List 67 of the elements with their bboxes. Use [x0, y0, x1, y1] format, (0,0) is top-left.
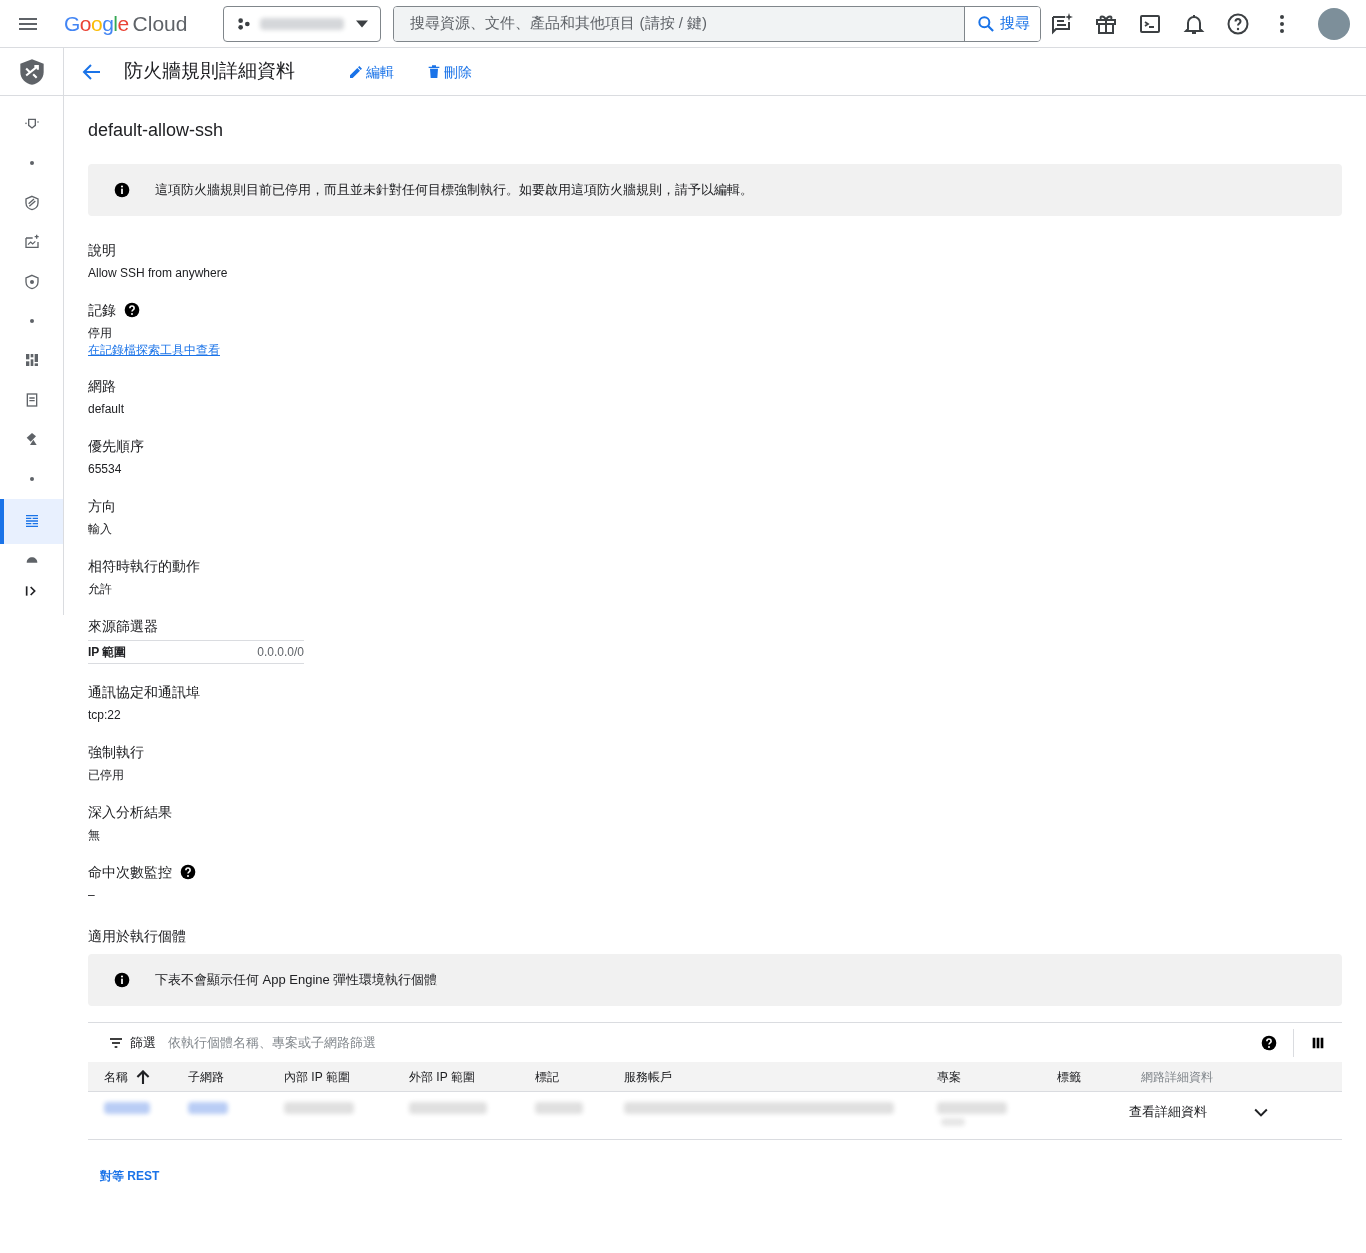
- field-value: default: [88, 401, 126, 418]
- help-icon[interactable]: [1226, 11, 1250, 36]
- blurred-cell: [937, 1102, 1007, 1114]
- edit-button[interactable]: 編輯: [348, 61, 394, 82]
- project-selector[interactable]: [223, 5, 382, 42]
- field-value: 輸入: [88, 521, 113, 538]
- google-cloud-logo[interactable]: Google Cloud: [64, 7, 188, 40]
- nav-icon[interactable]: [23, 194, 40, 211]
- help-icon[interactable]: [180, 864, 196, 880]
- filter-value: 0.0.0.0/0: [257, 644, 304, 660]
- column-header[interactable]: 標記: [535, 1068, 624, 1085]
- blurred-cell: [284, 1102, 354, 1114]
- column-header[interactable]: 服務帳戶: [624, 1068, 937, 1085]
- filter-field[interactable]: 依執行個體名稱、專案或子網路篩選: [168, 1032, 1261, 1053]
- column-header[interactable]: 專案: [937, 1068, 1057, 1085]
- column-header[interactable]: 名稱: [104, 1068, 188, 1085]
- sort-up-arrow-icon: [136, 1069, 150, 1084]
- notice-text: 下表不會顯示任何 App Engine 彈性環境執行個體: [155, 971, 438, 990]
- field-label: 優先順序: [88, 437, 144, 456]
- field-label: 說明: [88, 241, 116, 260]
- field-label: 方向: [88, 497, 116, 516]
- column-header[interactable]: 內部 IP 範圍: [284, 1068, 409, 1085]
- nav-icon[interactable]: [23, 352, 40, 369]
- field-value: 65534: [88, 461, 123, 478]
- field-label: 網路: [88, 377, 116, 396]
- column-header[interactable]: 外部 IP 範圍: [409, 1068, 535, 1085]
- logs-explorer-link[interactable]: 在記錄檔探索工具中查看: [88, 342, 220, 358]
- avatar[interactable]: [1318, 7, 1350, 40]
- filter-key: IP 範圍: [88, 644, 127, 660]
- blurred-cell: [104, 1102, 150, 1114]
- rule-name: default-allow-ssh: [88, 120, 225, 140]
- field-label: 深入分析結果: [88, 803, 172, 822]
- field-label: 來源篩選器: [88, 617, 158, 636]
- field-label: 記錄: [88, 301, 116, 320]
- pencil-icon: [348, 63, 364, 80]
- field-value: tcp:22: [88, 707, 122, 724]
- page-title: 防火牆規則詳細資料: [124, 59, 296, 84]
- info-icon: [114, 972, 130, 988]
- field-value: –: [88, 887, 96, 904]
- nav-icon[interactable]: [23, 234, 40, 251]
- nav-icon[interactable]: [23, 273, 40, 290]
- blurred-cell: [535, 1102, 583, 1114]
- field-value: 允許: [88, 581, 113, 598]
- info-icon: [114, 182, 130, 198]
- field-value: 無: [88, 827, 101, 844]
- field-label: 通訊協定和通訊埠: [88, 683, 200, 702]
- field-label: 相符時執行的動作: [88, 557, 200, 576]
- nav-icon[interactable]: [23, 513, 40, 530]
- field-label: 強制執行: [88, 743, 144, 762]
- view-details-text: 查看詳細資料: [1129, 1103, 1207, 1122]
- column-header[interactable]: 標籤: [1057, 1068, 1141, 1085]
- chat-sparkle-icon[interactable]: [1050, 11, 1074, 36]
- delete-button[interactable]: 刪除: [426, 61, 472, 82]
- column-header[interactable]: 子網路: [188, 1068, 284, 1085]
- section-title: 適用於執行個體: [88, 927, 187, 946]
- trash-icon: [426, 63, 442, 80]
- equivalent-rest-link[interactable]: 對等 REST: [100, 1168, 160, 1184]
- help-icon[interactable]: [1261, 1034, 1277, 1051]
- dropdown-caret-icon: [356, 19, 369, 28]
- filter-label: 篩選: [130, 1033, 156, 1052]
- blurred-cell: [188, 1102, 228, 1114]
- field-value: 已停用: [88, 767, 125, 784]
- notice-text: 這項防火牆規則目前已停用，而且並未針對任何目標強制執行。如要啟用這項防火牆規則，請予以編輯。: [155, 181, 753, 200]
- help-icon[interactable]: [124, 302, 140, 318]
- field-label: 命中次數監控: [88, 863, 172, 882]
- field-value: 停用: [88, 325, 113, 342]
- field-value: Allow SSH from anywhere: [88, 265, 229, 282]
